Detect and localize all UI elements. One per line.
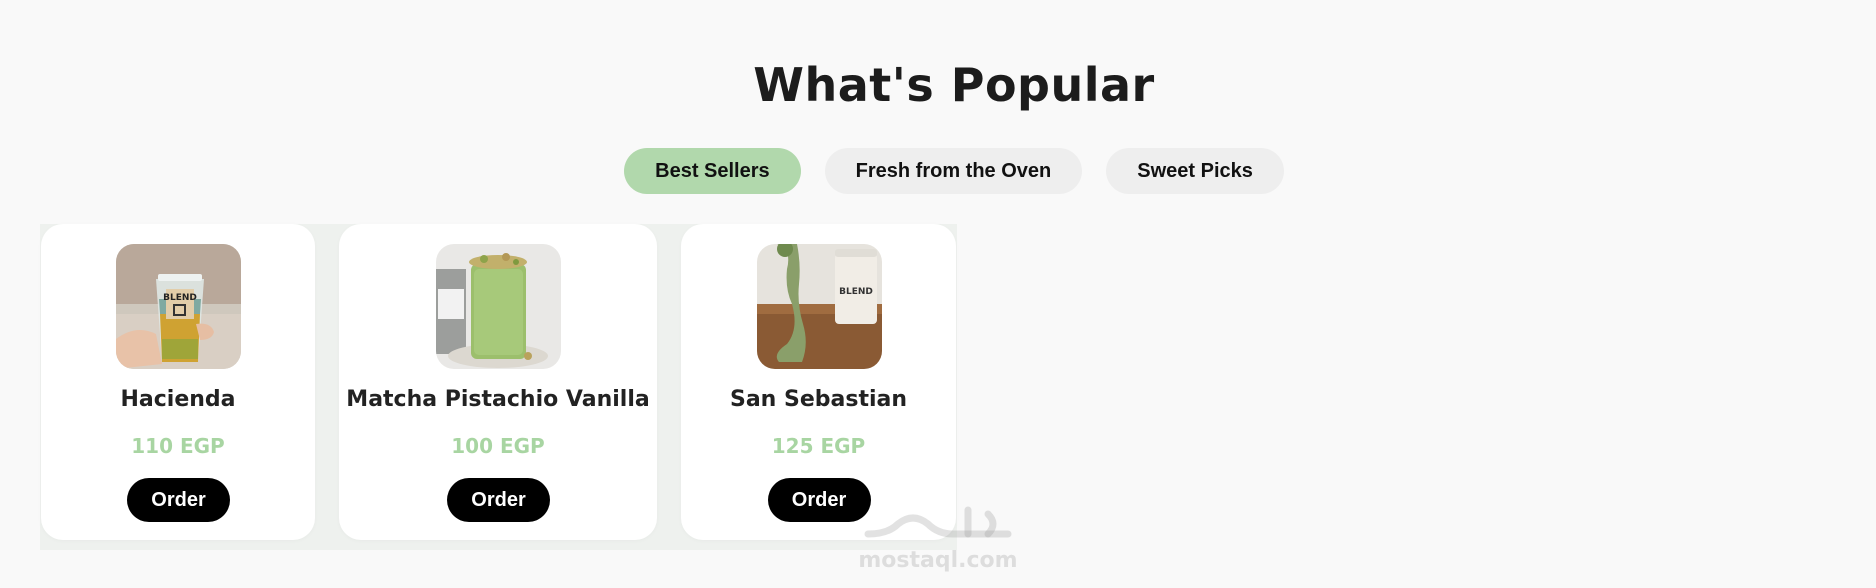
- svg-text:BLEND: BLEND: [163, 293, 197, 303]
- matcha-drink-photo: [436, 244, 561, 369]
- order-button[interactable]: Order: [447, 478, 550, 522]
- cheesecake-photo: BLEND: [756, 244, 882, 369]
- tab-sweet-picks[interactable]: Sweet Picks: [1106, 148, 1284, 194]
- product-price: 100 EGP: [451, 434, 545, 458]
- section-title: What's Popular: [753, 58, 1155, 112]
- watermark-text: mostaql.com: [858, 548, 1018, 573]
- product-name: Matcha Pistachio Vanilla: [346, 387, 650, 412]
- order-button[interactable]: Order: [127, 478, 230, 522]
- product-name: Hacienda: [120, 387, 236, 412]
- svg-text:BLEND: BLEND: [839, 287, 873, 297]
- tab-best-sellers[interactable]: Best Sellers: [624, 148, 801, 194]
- order-button[interactable]: Order: [767, 478, 871, 522]
- product-card: Matcha Pistachio Vanilla 100 EGP Order: [339, 224, 657, 540]
- product-card: BLEND Hacienda 110 EGP Order: [41, 224, 315, 540]
- category-tabs: Best Sellers Fresh from the Oven Sweet P…: [0, 148, 1876, 194]
- product-price: 110 EGP: [131, 434, 225, 458]
- iced-drink-photo: BLEND: [116, 244, 241, 369]
- product-card: BLEND San Sebastian 125 EGP Order: [681, 224, 956, 540]
- product-price: 125 EGP: [771, 434, 866, 458]
- tab-fresh-from-the-oven[interactable]: Fresh from the Oven: [824, 148, 1083, 194]
- product-name: San Sebastian: [729, 387, 908, 412]
